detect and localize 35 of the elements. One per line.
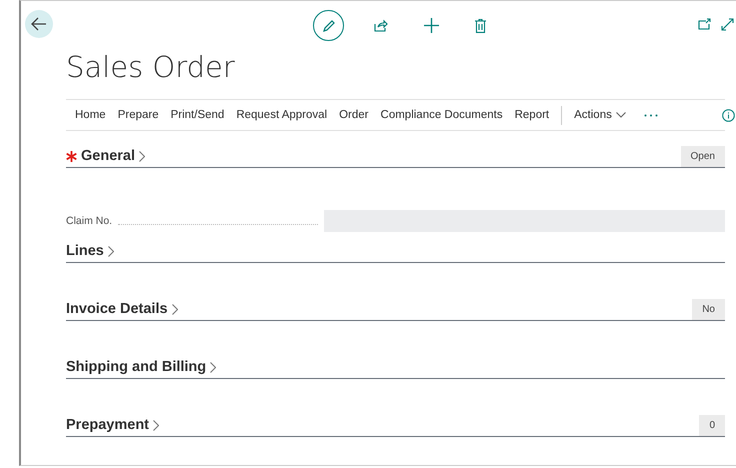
edit-button[interactable] bbox=[313, 10, 344, 41]
action-tab[interactable]: Order bbox=[333, 109, 375, 121]
action-tab[interactable]: Request Approval bbox=[230, 109, 334, 121]
section-header[interactable]: Shipping and Billing bbox=[66, 359, 216, 375]
add-icon[interactable] bbox=[424, 18, 439, 33]
chevron-down-icon bbox=[616, 112, 626, 118]
share-icon[interactable] bbox=[374, 19, 388, 32]
pencil-icon bbox=[322, 18, 336, 32]
chevron-right-icon bbox=[210, 362, 216, 372]
chevron-right-icon bbox=[139, 150, 145, 162]
section-header[interactable]: Prepayment bbox=[66, 417, 160, 433]
action-tab[interactable]: Print/Send bbox=[164, 109, 230, 121]
expand-icon[interactable] bbox=[721, 18, 734, 31]
page-title: Sales Order bbox=[66, 49, 236, 86]
open-new-window-icon[interactable] bbox=[698, 18, 711, 30]
more-icon[interactable] bbox=[644, 114, 658, 116]
status-tag: 0 bbox=[699, 415, 725, 436]
status-tag: No bbox=[692, 299, 725, 320]
status-tag: Open bbox=[680, 146, 725, 167]
action-tab[interactable]: Home bbox=[69, 109, 112, 121]
chevron-right-icon bbox=[153, 420, 160, 430]
action-tab[interactable]: Report bbox=[508, 109, 556, 121]
chevron-right-icon bbox=[108, 246, 114, 256]
action-tab[interactable]: Compliance Documents bbox=[374, 109, 509, 121]
back-button[interactable] bbox=[25, 10, 53, 38]
delete-icon[interactable] bbox=[475, 18, 486, 32]
back-arrow-icon bbox=[31, 17, 47, 31]
chevron-right-icon bbox=[172, 304, 178, 314]
field-label: Claim No. bbox=[66, 215, 112, 227]
section-header[interactable]: General bbox=[81, 148, 145, 164]
section-header[interactable]: Lines bbox=[66, 243, 114, 259]
info-icon[interactable] bbox=[722, 108, 735, 122]
section-header[interactable]: Invoice Details bbox=[66, 301, 178, 317]
actions-menu[interactable]: Actions bbox=[568, 109, 632, 121]
action-tab[interactable]: Prepare bbox=[112, 109, 165, 121]
